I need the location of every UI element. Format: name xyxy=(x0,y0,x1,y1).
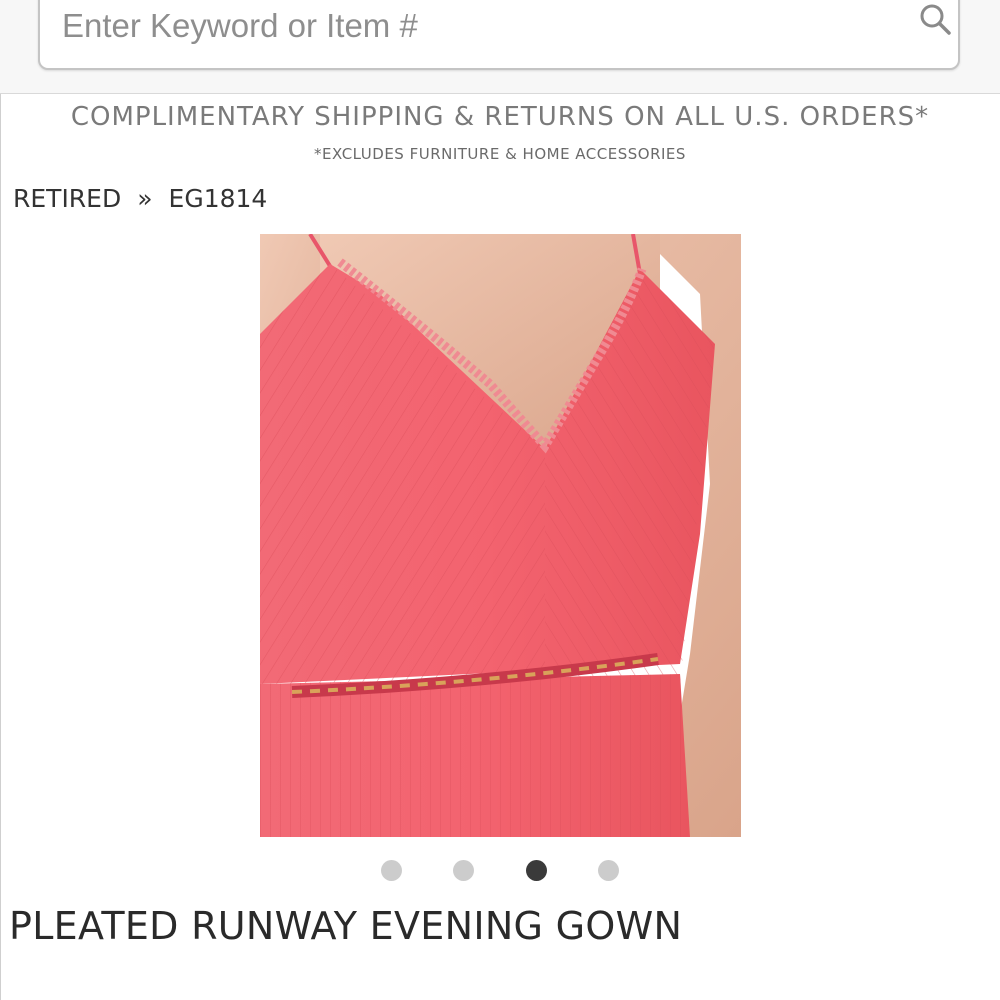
promo-banner-disclaimer: *EXCLUDES FURNITURE & HOME ACCESSORIES xyxy=(314,145,686,163)
breadcrumb-item-current: EG1814 xyxy=(168,184,268,213)
search-icon[interactable] xyxy=(918,2,952,36)
promo-banner-headline: COMPLIMENTARY SHIPPING & RETURNS ON ALL … xyxy=(70,102,930,132)
header-bar xyxy=(0,0,1000,94)
search-input[interactable] xyxy=(62,4,882,48)
breadcrumb-separator: » xyxy=(137,184,153,213)
carousel-dot-4[interactable] xyxy=(598,860,619,881)
carousel-dot-1[interactable] xyxy=(381,860,402,881)
breadcrumb-item-retired[interactable]: RETIRED xyxy=(13,184,121,213)
product-image[interactable] xyxy=(260,234,741,837)
carousel-dot-3[interactable] xyxy=(526,860,547,881)
breadcrumb: RETIRED » EG1814 xyxy=(13,184,267,213)
product-title: PLEATED RUNWAY EVENING GOWN xyxy=(9,904,683,948)
carousel-dot-2[interactable] xyxy=(453,860,474,881)
search-box[interactable] xyxy=(38,0,960,70)
